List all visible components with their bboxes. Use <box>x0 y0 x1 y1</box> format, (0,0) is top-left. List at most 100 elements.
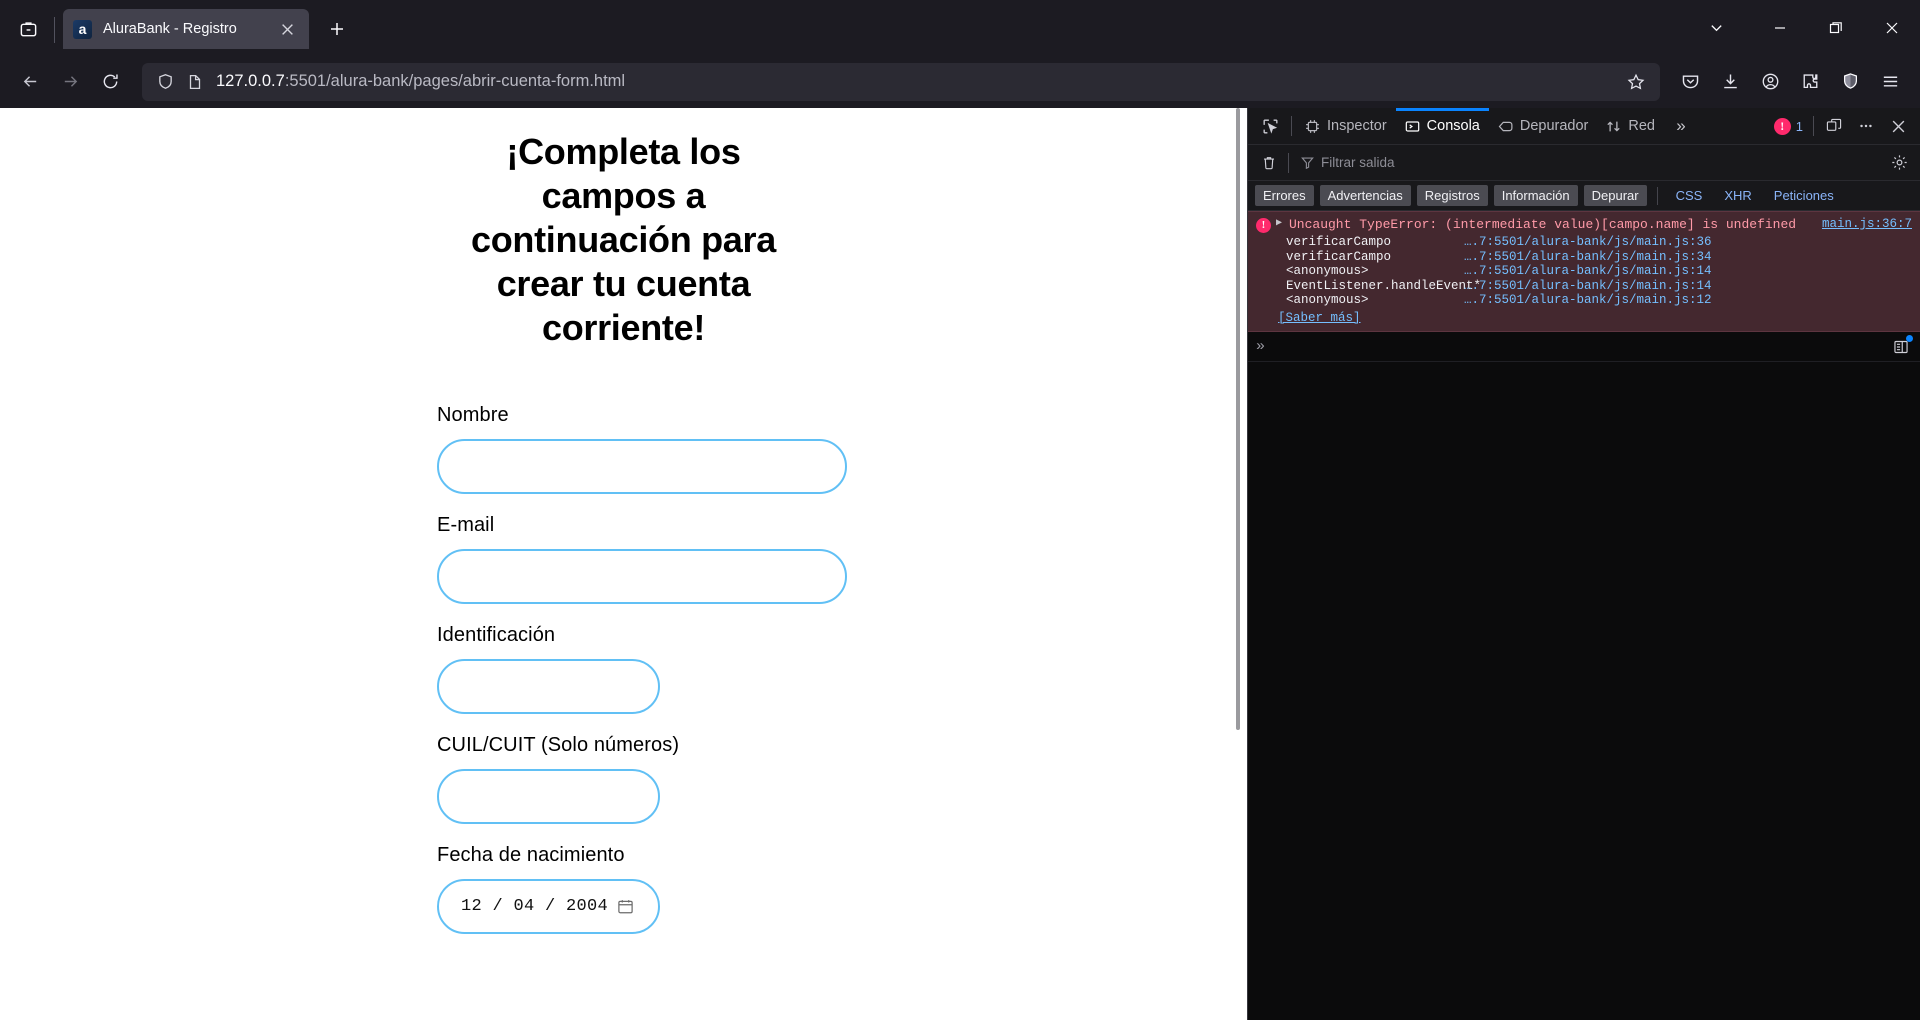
page-info-icon[interactable] <box>180 67 210 97</box>
label-identificacion: Identificación <box>437 623 556 646</box>
devtools-menu-icon[interactable] <box>1850 111 1882 141</box>
back-button[interactable] <box>10 62 50 102</box>
filter-icon <box>1301 156 1314 169</box>
split-console-icon[interactable] <box>1890 334 1913 358</box>
window-controls <box>1680 0 1920 55</box>
tab-red-label: Red <box>1628 118 1655 134</box>
filter-bar-separator <box>1288 152 1289 173</box>
error-icon: ! <box>1773 117 1791 135</box>
label-cuil-cuit: CUIL/CUIT (Solo números) <box>437 733 680 756</box>
extensions-icon[interactable] <box>1790 62 1830 102</box>
console-message-source-link[interactable]: main.js:36:7 <box>1822 217 1912 232</box>
stack-frame-location[interactable]: ….7:5501/alura-bank/js/main.js:12 <box>1464 293 1712 308</box>
close-icon[interactable] <box>275 17 299 41</box>
stack-frame[interactable]: EventListener.handleEvent* ….7:5501/alur… <box>1286 279 1912 294</box>
debugger-icon <box>1498 119 1513 134</box>
url-path: :5501/alura-bank/pages/abrir-cuenta-form… <box>284 72 626 90</box>
stack-frame-function: <anonymous> <box>1286 293 1369 307</box>
dock-position-icon[interactable] <box>1818 111 1850 141</box>
network-icon <box>1606 119 1621 134</box>
error-icon: ! <box>1256 218 1271 233</box>
clear-console-icon[interactable] <box>1254 150 1284 176</box>
tab-strip-separator <box>54 17 55 43</box>
tab-red[interactable]: Red <box>1597 108 1664 144</box>
page-scroll-container: ¡Completa los campos a continuación para… <box>0 108 1247 1020</box>
input-fecha-nacimiento[interactable]: 12 / 04 / 2004 <box>437 878 660 934</box>
filter-chip-advertencias[interactable]: Advertencias <box>1319 185 1411 206</box>
filter-chip-informacion[interactable]: Información <box>1493 185 1578 206</box>
input-identificacion[interactable] <box>437 658 660 714</box>
stack-frame[interactable]: <anonymous> ….7:5501/alura-bank/js/main.… <box>1286 293 1912 308</box>
reload-button[interactable] <box>90 62 130 102</box>
input-cuil-cuit[interactable] <box>437 768 660 824</box>
expand-arrow-icon[interactable]: ▶ <box>1276 218 1284 230</box>
registration-form: Nombre E-mail Identificación CUIL/CUIT (… <box>0 404 1247 934</box>
new-tab-button[interactable] <box>319 11 355 47</box>
tracking-shield-icon[interactable] <box>150 67 180 97</box>
url-host: 127.0.0.7 <box>216 72 285 90</box>
filter-chip-registros[interactable]: Registros <box>1416 185 1488 206</box>
console-stack-trace: verificarCampo ….7:5501/alura-bank/js/ma… <box>1286 235 1912 308</box>
console-icon <box>1405 119 1420 134</box>
minimize-button[interactable] <box>1752 7 1808 49</box>
gear-icon[interactable] <box>1884 150 1914 176</box>
tab-depurador[interactable]: Depurador <box>1489 108 1598 144</box>
url-text[interactable]: 127.0.0.7:5501/alura-bank/pages/abrir-cu… <box>216 72 1620 91</box>
stack-frame-location[interactable]: ….7:5501/alura-bank/js/main.js:14 <box>1464 264 1712 279</box>
console-message-error[interactable]: ! ▶ Uncaught TypeError: (intermediate va… <box>1248 211 1920 333</box>
url-bar[interactable]: 127.0.0.7:5501/alura-bank/pages/abrir-cu… <box>142 62 1660 101</box>
calendar-icon[interactable] <box>614 895 636 917</box>
stack-frame[interactable]: verificarCampo ….7:5501/alura-bank/js/ma… <box>1286 235 1912 250</box>
downloads-icon[interactable] <box>1710 62 1750 102</box>
browser-tab[interactable]: a AluraBank - Registro <box>63 9 309 49</box>
learn-more-link[interactable]: [Saber más] <box>1278 311 1912 326</box>
filter-chip-css[interactable]: CSS <box>1668 185 1711 206</box>
filter-chip-xhr[interactable]: XHR <box>1716 185 1759 206</box>
stack-frame-location[interactable]: ….7:5501/alura-bank/js/main.js:36 <box>1464 235 1712 250</box>
tab-consola[interactable]: Consola <box>1395 108 1490 144</box>
stack-frame[interactable]: verificarCampo ….7:5501/alura-bank/js/ma… <box>1286 250 1912 265</box>
shield-icon[interactable] <box>1830 62 1870 102</box>
console-output: ! ▶ Uncaught TypeError: (intermediate va… <box>1248 211 1920 1020</box>
stack-frame-location[interactable]: ….7:5501/alura-bank/js/main.js:14 <box>1464 279 1712 294</box>
console-message-header: ! ▶ Uncaught TypeError: (intermediate va… <box>1256 217 1912 233</box>
page-scrollbar-thumb[interactable] <box>1236 108 1240 730</box>
devtools-toolbar-right: ! 1 <box>1768 111 1920 141</box>
tab-list-button[interactable] <box>8 9 48 49</box>
element-picker-icon[interactable] <box>1253 111 1287 141</box>
app-menu-icon[interactable] <box>1870 62 1910 102</box>
filter-chip-peticiones[interactable]: Peticiones <box>1766 185 1842 206</box>
list-all-tabs-icon[interactable] <box>1680 7 1752 49</box>
account-icon[interactable] <box>1750 62 1790 102</box>
tab-strip: a AluraBank - Registro <box>0 0 1920 55</box>
forward-button[interactable] <box>50 62 90 102</box>
error-count-badge[interactable]: ! 1 <box>1768 117 1809 135</box>
tab-inspector-label: Inspector <box>1327 118 1387 134</box>
tab-inspector[interactable]: Inspector <box>1296 108 1396 144</box>
devtools-close-icon[interactable] <box>1882 111 1914 141</box>
field-cuil-cuit: CUIL/CUIT (Solo números) <box>437 734 1247 824</box>
close-window-button[interactable] <box>1864 7 1920 49</box>
input-nombre[interactable] <box>437 438 847 494</box>
page-scrollbar[interactable] <box>1233 108 1243 1020</box>
tab-depurador-label: Depurador <box>1519 118 1589 134</box>
stack-frame-function: EventListener.handleEvent* <box>1286 278 1482 293</box>
filter-chip-errores[interactable]: Errores <box>1255 185 1314 206</box>
toolbar-separator <box>1291 116 1292 136</box>
error-count: 1 <box>1795 118 1803 134</box>
maximize-restore-button[interactable] <box>1808 7 1864 49</box>
pocket-icon[interactable] <box>1670 62 1710 102</box>
bookmark-star-icon[interactable] <box>1620 66 1652 98</box>
console-input-prompt[interactable]: » <box>1248 332 1920 363</box>
filter-input[interactable]: Filtrar salida <box>1293 151 1884 175</box>
stack-frame-location[interactable]: ….7:5501/alura-bank/js/main.js:34 <box>1464 250 1712 265</box>
toolbar-separator-2 <box>1813 116 1814 136</box>
filter-placeholder: Filtrar salida <box>1321 155 1395 170</box>
devtools-tabs-overflow-icon[interactable]: » <box>1664 111 1698 141</box>
stack-frame-function: verificarCampo <box>1286 249 1392 264</box>
filter-chip-depurar[interactable]: Depurar <box>1583 185 1647 206</box>
input-email[interactable] <box>437 548 847 604</box>
devtools-panel: Inspector Consola Depurador Red » ! 1 Fi… <box>1247 108 1920 1020</box>
tab-consola-label: Consola <box>1426 118 1480 134</box>
stack-frame[interactable]: <anonymous> ….7:5501/alura-bank/js/main.… <box>1286 264 1912 279</box>
